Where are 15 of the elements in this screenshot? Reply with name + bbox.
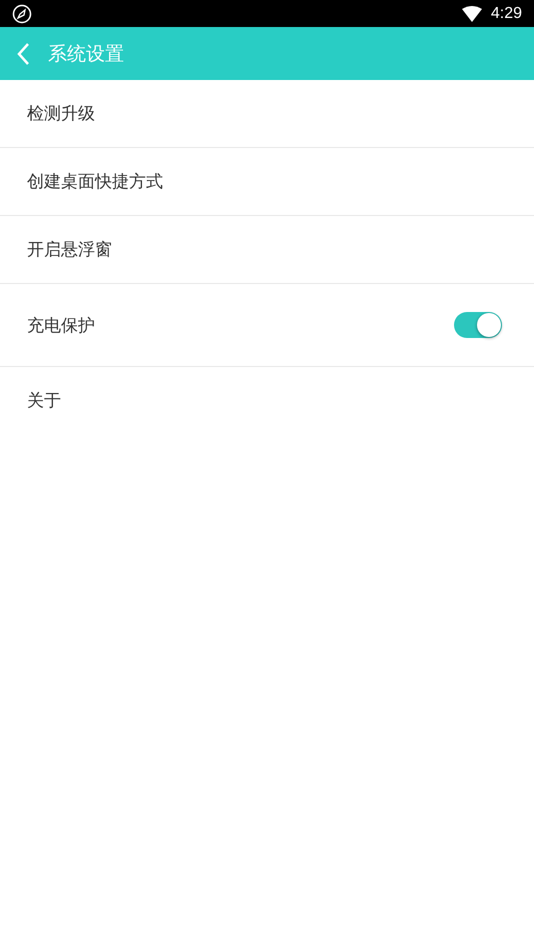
setting-label: 开启悬浮窗 (27, 239, 112, 261)
back-icon[interactable] (16, 42, 30, 66)
settings-row[interactable]: 检测升级 (0, 80, 534, 148)
setting-label: 检测升级 (27, 103, 95, 125)
setting-label: 关于 (27, 390, 61, 412)
status-time: 4:29 (490, 4, 522, 22)
settings-row[interactable]: 开启悬浮窗 (0, 216, 534, 284)
settings-row[interactable]: 创建桌面快捷方式 (0, 148, 534, 216)
settings-row[interactable]: 充电保护 (0, 284, 534, 367)
setting-label: 创建桌面快捷方式 (27, 171, 163, 193)
wifi-icon (462, 6, 482, 22)
settings-row[interactable]: 关于 (0, 367, 534, 434)
setting-label: 充电保护 (27, 314, 95, 336)
page-title: 系统设置 (48, 42, 124, 66)
toggle-switch[interactable] (454, 312, 502, 338)
